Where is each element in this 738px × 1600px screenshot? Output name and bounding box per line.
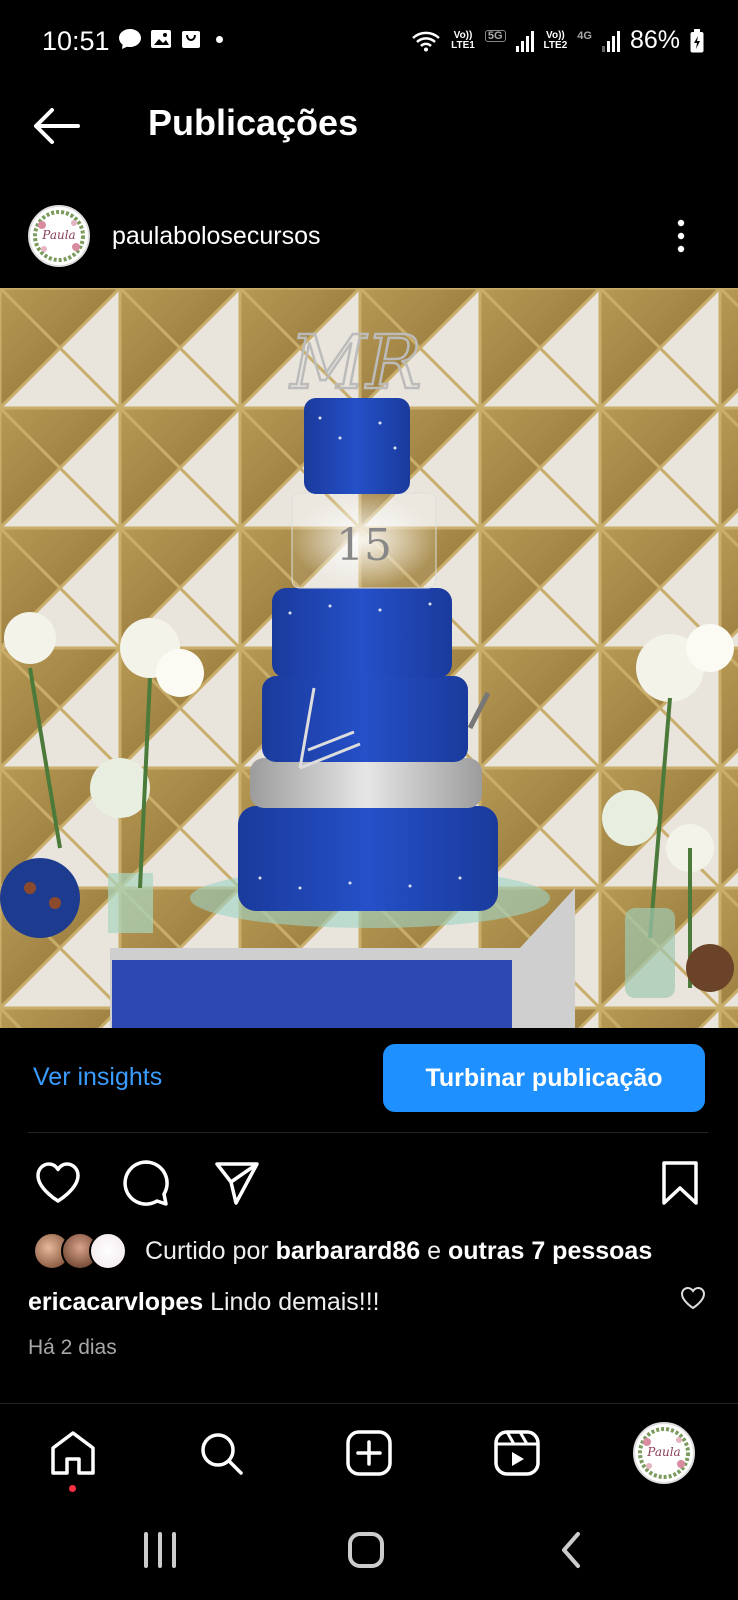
svg-text:Paula: Paula	[41, 228, 75, 242]
divider	[28, 1132, 708, 1133]
sim2-type: 4G	[577, 29, 592, 42]
gallery-notification-icon	[151, 30, 171, 48]
liker-avatar	[89, 1232, 127, 1270]
likes-prefix: Curtido por	[145, 1237, 269, 1265]
comment-text: Lindo demais!!!	[210, 1288, 380, 1316]
floral-logo-icon: Paula	[32, 209, 86, 263]
post-author-avatar[interactable]: Paula	[28, 205, 90, 267]
svg-text:15: 15	[336, 520, 392, 571]
sim2-signal-icon	[601, 30, 620, 52]
comment-bubble-icon[interactable]	[121, 1158, 171, 1208]
floral-logo-icon: Paula	[637, 1426, 691, 1480]
boost-post-button[interactable]: Turbinar publicação	[383, 1044, 705, 1112]
page-title: Publicações	[148, 102, 359, 143]
profile-avatar[interactable]: Paula	[633, 1422, 695, 1484]
recent-apps-icon[interactable]	[140, 1530, 180, 1570]
chat-notification-icon	[119, 29, 141, 49]
svg-text:MR: MR	[288, 320, 422, 406]
likers-avatars[interactable]	[33, 1232, 129, 1272]
wifi-icon	[412, 31, 440, 51]
home-button-icon[interactable]	[346, 1530, 386, 1570]
share-paper-plane-icon[interactable]	[212, 1158, 262, 1208]
sim1-type: 5G	[484, 29, 506, 42]
home-notification-dot	[69, 1485, 76, 1492]
save-bookmark-icon[interactable]	[655, 1158, 705, 1208]
more-options-icon[interactable]	[674, 218, 688, 254]
back-arrow-icon[interactable]	[30, 104, 82, 148]
search-icon[interactable]	[196, 1428, 246, 1478]
sim1-volte: Vo))	[453, 29, 473, 41]
cake-photo: 15 MR	[0, 288, 738, 1028]
likes-user[interactable]: barbarard86	[276, 1237, 421, 1265]
post-timestamp: Há 2 dias	[28, 1336, 117, 1359]
comment-like-heart-icon[interactable]	[680, 1285, 706, 1311]
post-image[interactable]: 15 MR	[0, 288, 738, 1028]
status-bar: 10:51 Vo)) LTE1 5G Vo)) LTE2 4G 86%	[0, 0, 738, 86]
likes-connector: e	[427, 1237, 442, 1265]
svg-text:Paula: Paula	[646, 1445, 680, 1459]
more-notifications-dot	[216, 35, 223, 43]
reels-icon[interactable]	[492, 1428, 542, 1478]
post-author-username[interactable]: paulabolosecursos	[112, 222, 320, 251]
status-time: 10:51	[42, 26, 110, 56]
comment: ericacarvlopes Lindo demais!!!	[28, 1288, 380, 1317]
sim2-volte: Vo))	[546, 29, 565, 41]
likes-summary[interactable]: Curtido por barbarard86 e outras 7 pesso…	[145, 1237, 652, 1266]
sim1-label: LTE1	[451, 39, 475, 51]
like-heart-icon[interactable]	[33, 1158, 83, 1208]
create-plus-icon[interactable]	[344, 1428, 394, 1478]
status-right: Vo)) LTE1 5G Vo)) LTE2 4G 86%	[411, 26, 704, 55]
shopping-bag-notification-icon	[182, 31, 200, 48]
sim2-label: LTE2	[543, 39, 568, 51]
likes-others[interactable]: outras 7 pessoas	[448, 1237, 652, 1265]
back-button-icon[interactable]	[556, 1530, 586, 1570]
comment-username[interactable]: ericacarvlopes	[28, 1288, 203, 1316]
home-icon[interactable]	[48, 1428, 98, 1478]
sim1-signal-icon	[515, 30, 534, 52]
battery-percent: 86%	[629, 26, 680, 54]
notification-icons	[118, 28, 223, 50]
nav-divider	[0, 1403, 738, 1404]
view-insights-link[interactable]: Ver insights	[33, 1063, 162, 1092]
battery-icon	[690, 28, 704, 52]
sim1-indicator: Vo)) LTE1	[451, 29, 475, 51]
sim2-indicator: Vo)) LTE2	[543, 29, 568, 51]
